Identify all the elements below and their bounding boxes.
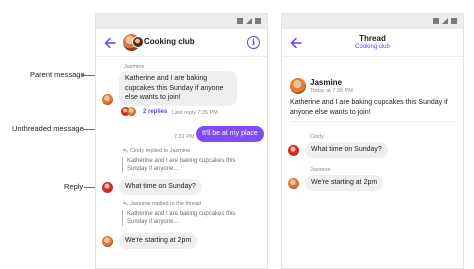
arrow-left-icon[interactable] xyxy=(103,36,117,50)
chat-title: Cooking club xyxy=(144,37,195,46)
reply1-quote[interactable]: Katherine and I are baking cupcakes this… xyxy=(122,157,242,173)
last-reply-time: Last reply 7:35 PM xyxy=(172,110,218,116)
avatar-jasmine xyxy=(290,78,306,94)
parent-message-bubble[interactable]: Katherine and I are baking cupcakes this… xyxy=(119,71,237,106)
avatar-cindy xyxy=(102,182,113,193)
thread-reply1-author: Cindy xyxy=(310,134,325,140)
wifi-icon xyxy=(442,18,448,24)
avatar-jasmine xyxy=(102,94,113,105)
signal-icon xyxy=(237,18,243,24)
unthreaded-message-bubble[interactable]: It'll be at my place xyxy=(196,126,264,142)
thread-parent-author: Jasmine xyxy=(310,78,343,87)
reply2-context: Jasmine replied to the thread xyxy=(130,201,201,207)
battery-icon xyxy=(451,18,457,24)
reply-arrow-icon xyxy=(122,148,128,153)
group-avatar-secondary xyxy=(132,36,144,48)
signal-icon xyxy=(433,18,439,24)
status-bar xyxy=(282,14,463,29)
thread-replies-link[interactable]: 2 replies xyxy=(143,109,167,115)
thread-parent-time: Today at 7:30 PM xyxy=(310,88,353,94)
unthreaded-time: 7:31 PM xyxy=(174,134,195,140)
reply1-bubble[interactable]: What time on Sunday? xyxy=(119,179,202,195)
reply2-bubble[interactable]: We're starting at 2pm xyxy=(119,233,198,249)
avatar-reply-jasmine xyxy=(127,107,136,116)
parent-author: Jasmine xyxy=(124,64,145,70)
avatar-jasmine-reply xyxy=(288,178,299,189)
thread-title: Thread xyxy=(359,34,386,43)
divider xyxy=(290,121,455,122)
wifi-icon xyxy=(246,18,252,24)
info-icon[interactable]: i xyxy=(247,36,260,49)
reply1-context: Cindy replied to Jasmine xyxy=(130,148,191,154)
thread-parent-text: Katherine and I are baking cupcakes this… xyxy=(290,99,448,116)
chat-screen: Cooking club i Jasmine Katherine and I a… xyxy=(95,13,268,269)
chat-app-bar: Cooking club i xyxy=(96,29,267,57)
callout-parent-message: Parent message xyxy=(30,70,85,79)
callout-unthreaded-message: Unthreaded message xyxy=(12,124,84,133)
reply2-quote[interactable]: Katherine and I are baking cupcakes this… xyxy=(122,210,242,226)
thread-subtitle: Cooking club xyxy=(355,44,390,50)
avatar-jasmine-reply xyxy=(102,236,113,247)
thread-app-bar: Thread Cooking club xyxy=(282,29,463,57)
status-bar xyxy=(96,14,267,29)
avatar-cindy xyxy=(288,145,299,156)
thread-reply1-bubble[interactable]: What time on Sunday? xyxy=(305,142,388,158)
callout-reply: Reply xyxy=(64,182,84,191)
reply-arrow-icon xyxy=(122,201,128,206)
thread-reply2-author: Jasmine xyxy=(310,167,331,173)
thread-reply2-bubble[interactable]: We're starting at 2pm xyxy=(305,175,384,191)
thread-screen: Thread Cooking club Jasmine Today at 7:3… xyxy=(281,13,464,269)
battery-icon xyxy=(255,18,261,24)
